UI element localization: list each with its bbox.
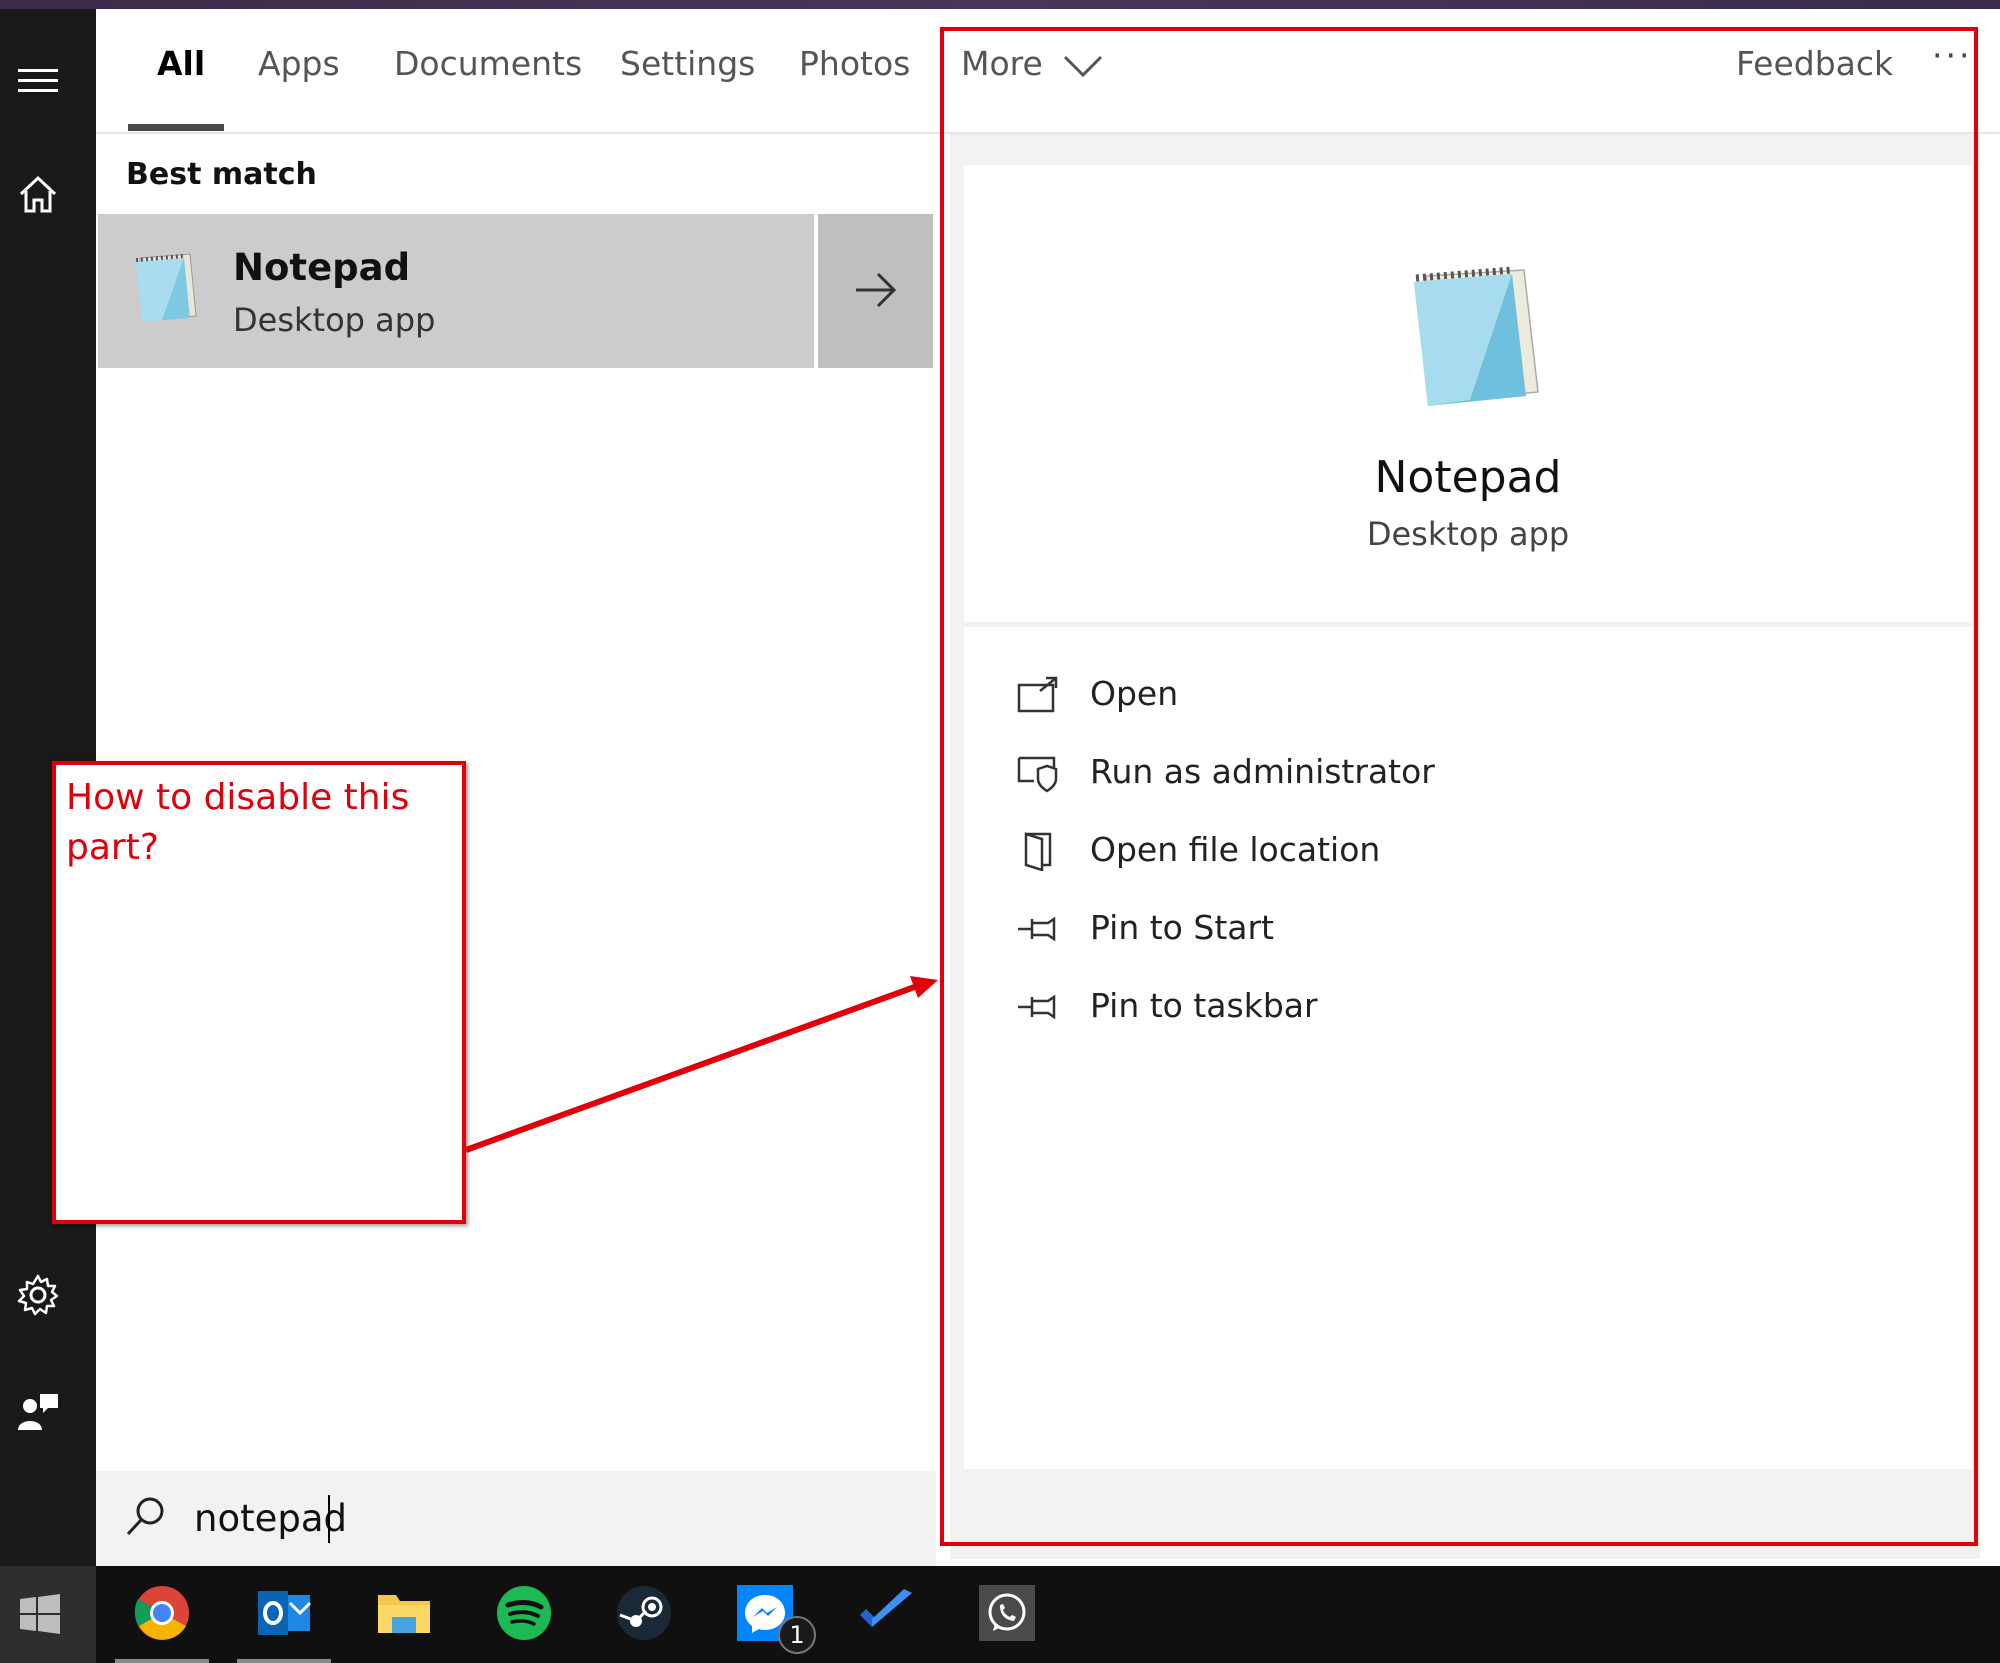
tab-photos[interactable]: Photos <box>799 44 910 83</box>
arrow-right-icon <box>856 272 897 308</box>
notepad-icon <box>135 253 197 322</box>
chrome-icon[interactable] <box>134 1585 190 1641</box>
outlook-running-indicator <box>237 1659 331 1663</box>
steam-icon[interactable] <box>616 1585 672 1641</box>
windows-logo-icon <box>20 1594 60 1634</box>
todo-icon[interactable] <box>858 1585 914 1641</box>
text-caret <box>328 1495 330 1543</box>
expand-result-button[interactable] <box>818 214 933 368</box>
file-explorer-icon[interactable] <box>376 1585 432 1641</box>
home-icon[interactable] <box>16 173 60 217</box>
tab-documents[interactable]: Documents <box>394 44 582 83</box>
search-icon <box>126 1497 164 1536</box>
active-tab-indicator <box>128 124 224 131</box>
annotation-highlight-rectangle <box>940 27 1978 1546</box>
start-button[interactable] <box>0 1566 96 1663</box>
best-match-result[interactable] <box>98 214 814 368</box>
best-match-heading: Best match <box>126 157 317 192</box>
best-match-title: Notepad <box>233 246 411 289</box>
hamburger-menu-icon[interactable] <box>16 59 60 103</box>
search-input[interactable]: notepad <box>194 1497 347 1540</box>
annotation-callout-text: How to disable this part? <box>66 777 410 868</box>
best-match-subtitle: Desktop app <box>233 301 436 339</box>
tab-all[interactable]: All <box>157 44 205 83</box>
tab-settings[interactable]: Settings <box>620 44 755 83</box>
whatsapp-icon[interactable] <box>979 1585 1035 1641</box>
tab-apps[interactable]: Apps <box>258 44 340 83</box>
chrome-running-indicator <box>115 1659 209 1663</box>
outlook-icon[interactable] <box>256 1585 312 1641</box>
user-feedback-icon[interactable] <box>16 1390 60 1434</box>
messenger-notification-badge: 1 <box>778 1616 816 1654</box>
settings-gear-icon[interactable] <box>16 1273 60 1317</box>
desktop-background-strip <box>0 0 2000 9</box>
spotify-icon[interactable] <box>496 1585 552 1641</box>
